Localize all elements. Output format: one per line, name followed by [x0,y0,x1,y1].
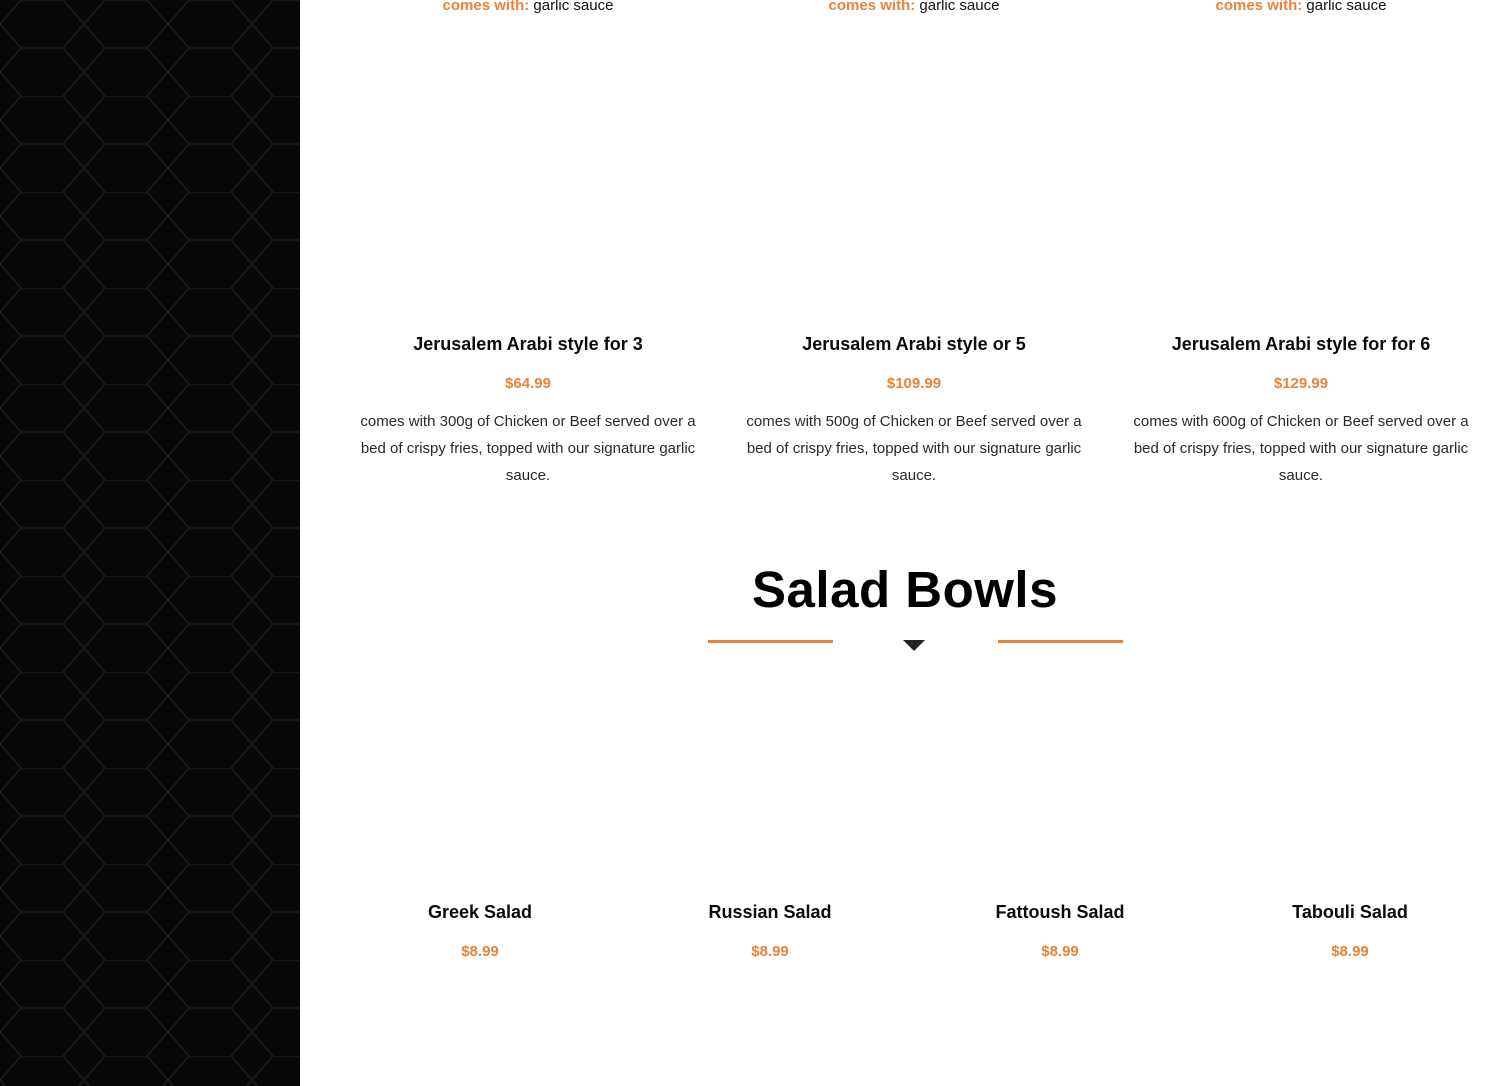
menu-item-price: $129.99 [1273,375,1329,392]
salad-item-price: $8.99 [461,943,499,960]
salad-item-price: $8.99 [1331,943,1369,960]
comes-with-label: comes with: [1215,0,1303,14]
salad-item[interactable]: Greek Salad $8.99 [428,902,532,960]
salad-item[interactable]: Tabouli Salad $8.99 [1292,902,1408,960]
sidebar-pattern-panel [0,0,300,1086]
salad-item-name: Tabouli Salad [1292,902,1408,922]
menu-item-name: Jerusalem Arabi style or 5 [802,334,1026,354]
comes-with-value: garlic sauce [919,0,1000,14]
menu-item[interactable]: Jerusalem Arabi style for for 6 $129.99 … [1131,334,1471,489]
menu-item[interactable]: Jerusalem Arabi style for 3 $64.99 comes… [358,334,698,489]
menu-item-price: $109.99 [886,375,942,392]
comes-with-value: garlic sauce [533,0,614,14]
salad-item[interactable]: Fattoush Salad $8.99 [995,902,1124,960]
menu-item-description: comes with 500g of Chicken or Beef serve… [746,413,1082,484]
comes-with-note: comes with: garlic sauce [829,0,1000,14]
menu-item-description: comes with 300g of Chicken or Beef serve… [360,413,696,484]
title-divider-right [998,640,1123,643]
menu-content: comes with: garlic sauce comes with: gar… [300,0,1510,1086]
salad-item-price: $8.99 [751,943,789,960]
salad-item[interactable]: Russian Salad $8.99 [708,902,831,960]
title-divider-left [708,640,833,643]
salad-item-name: Fattoush Salad [995,902,1125,922]
salad-item-price: $8.99 [1041,943,1079,960]
comes-with-note: comes with: garlic sauce [443,0,614,14]
menu-item-description: comes with 600g of Chicken or Beef serve… [1133,413,1469,484]
salad-item-name: Russian Salad [708,902,832,922]
menu-item-name: Jerusalem Arabi style for 3 [413,334,643,354]
comes-with-value: garlic sauce [1306,0,1387,14]
menu-item[interactable]: Jerusalem Arabi style or 5 $109.99 comes… [744,334,1084,489]
comes-with-label: comes with: [828,0,916,14]
menu-item-name: Jerusalem Arabi style for for 6 [1171,334,1431,354]
comes-with-label: comes with: [442,0,530,14]
comes-with-row: comes with: garlic sauce comes with: gar… [300,0,1510,17]
salad-item-name: Greek Salad [427,902,533,922]
section-title: Salad Bowls [752,561,1058,618]
comes-with-note: comes with: garlic sauce [1216,0,1387,14]
chevron-down-icon [903,640,925,651]
menu-item-price: $64.99 [505,375,551,392]
hexagon-pattern [0,0,300,1086]
